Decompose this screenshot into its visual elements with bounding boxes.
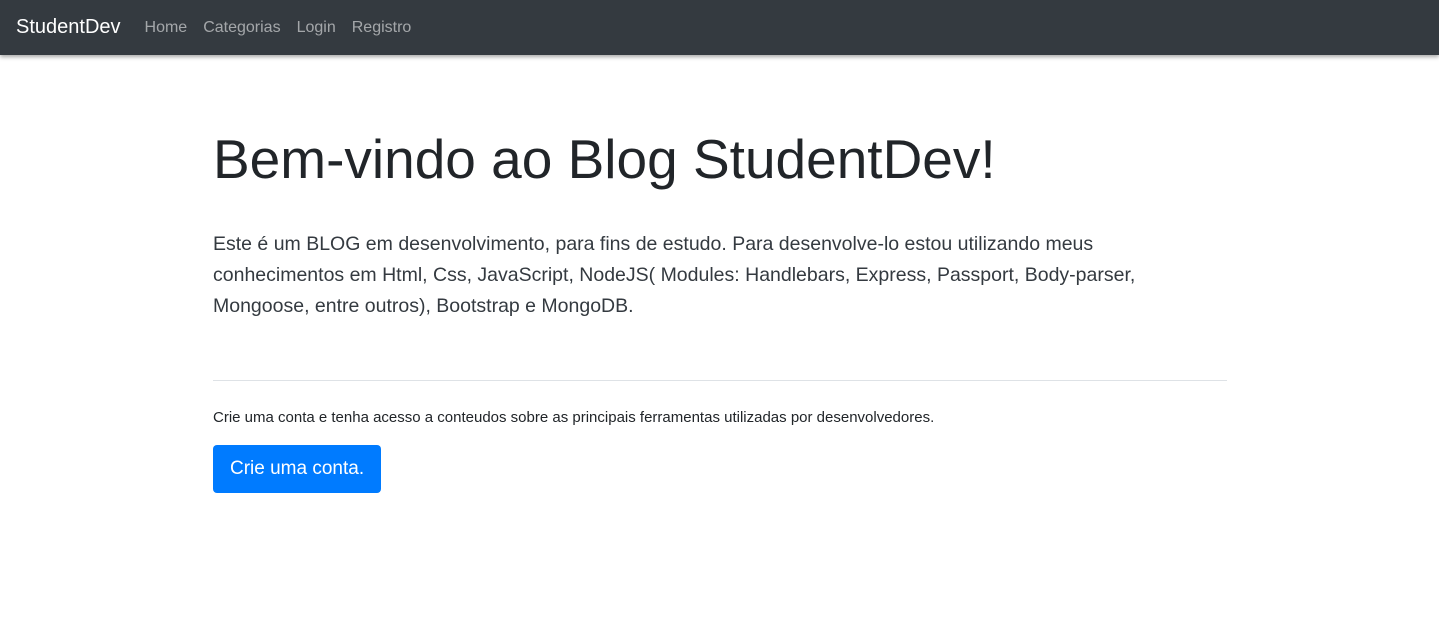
nav-links: Home Categorias Login Registro <box>145 19 428 37</box>
navbar-brand[interactable]: StudentDev <box>16 0 121 55</box>
cta-text: Crie uma conta e tenha acesso a conteudo… <box>213 409 935 426</box>
page-title: Bem-vindo ao Blog StudentDev! <box>213 128 996 190</box>
lead-paragraph: Este é um BLOG em desenvolvimento, para … <box>213 233 1136 318</box>
jumbotron: Bem-vindo ao Blog StudentDev! Este é um … <box>213 128 1227 322</box>
nav-link-home[interactable]: Home <box>145 19 188 36</box>
navbar: StudentDev Home Categorias Login Registr… <box>0 0 1439 55</box>
create-account-button[interactable]: Crie uma conta. <box>213 445 382 493</box>
divider <box>213 380 1227 381</box>
nav-link-registro[interactable]: Registro <box>352 19 412 36</box>
nav-link-login[interactable]: Login <box>297 19 336 36</box>
nav-link-categorias[interactable]: Categorias <box>203 19 280 36</box>
